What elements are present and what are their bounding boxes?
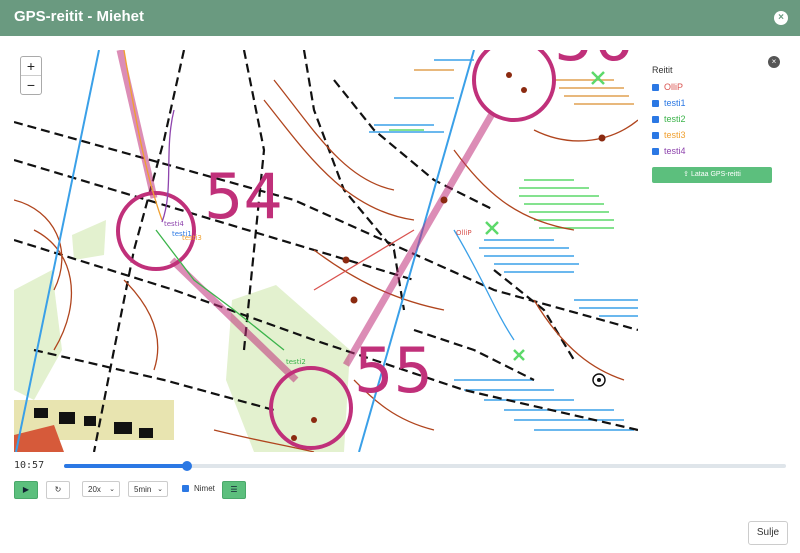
- routes-panel: Reitit × OlliP testi1 testi2 testi3 test…: [638, 50, 786, 452]
- control-number-56: 56: [554, 50, 633, 75]
- route-label: OlliP: [664, 82, 684, 92]
- zoom-out-button[interactable]: −: [21, 75, 41, 94]
- playback-controls: 10:57 ▶ ↻ 20x ⌄ 5min ⌄ Nimet ☰: [0, 452, 800, 512]
- route-checkbox[interactable]: [652, 100, 659, 107]
- speed-select[interactable]: 20x ⌄: [82, 481, 120, 497]
- runner-label-ollip: OlliP: [456, 229, 472, 237]
- route-item-testi2[interactable]: testi2: [652, 114, 686, 124]
- time-slider[interactable]: [64, 461, 786, 471]
- reset-button[interactable]: ↻: [46, 481, 70, 499]
- control-number-55: 55: [354, 334, 433, 407]
- route-checkbox[interactable]: [652, 116, 659, 123]
- upload-icon: ⇪: [683, 171, 690, 178]
- route-item-ollip[interactable]: OlliP: [652, 82, 683, 92]
- route-item-testi4[interactable]: testi4: [652, 146, 686, 156]
- route-label: testi4: [664, 146, 686, 156]
- modal-title: GPS-reitit - Miehet: [14, 8, 145, 25]
- route-label: testi2: [664, 114, 686, 124]
- tail-length-select[interactable]: 5min ⌄: [128, 481, 168, 497]
- route-checkbox[interactable]: [652, 148, 659, 155]
- names-toggle[interactable]: Nimet: [182, 484, 215, 493]
- speed-value: 20x: [88, 485, 101, 494]
- chevron-down-icon: ⌄: [157, 486, 163, 493]
- orienteering-map[interactable]: 54 55 56 OlliP testi1 testi2 testi3: [14, 50, 638, 452]
- close-icon[interactable]: ×: [774, 11, 788, 25]
- route-item-testi1[interactable]: testi1: [652, 98, 686, 108]
- route-label: testi3: [664, 130, 686, 140]
- reset-icon: ↻: [54, 485, 62, 494]
- time-slider-fill: [64, 464, 187, 468]
- zoom-control: + −: [20, 56, 42, 95]
- time-slider-thumb[interactable]: [181, 461, 192, 471]
- panel-close-icon[interactable]: ×: [768, 56, 780, 68]
- list-view-button[interactable]: ☰: [222, 481, 246, 499]
- zoom-in-button[interactable]: +: [21, 57, 41, 75]
- map-canvas: 54 55 56 OlliP testi1 testi2 testi3: [14, 50, 638, 452]
- routes-title: Reitit: [652, 65, 673, 75]
- time-display: 10:57: [14, 460, 45, 471]
- modal-header: GPS-reitit - Miehet ×: [0, 0, 800, 36]
- route-item-testi3[interactable]: testi3: [652, 130, 686, 140]
- chevron-down-icon: ⌄: [109, 486, 115, 493]
- upload-gps-route-button[interactable]: ⇪ Lataa GPS-reitti: [652, 167, 772, 183]
- play-icon: ▶: [22, 485, 30, 494]
- close-button[interactable]: Sulje: [748, 521, 788, 545]
- names-checkbox[interactable]: [182, 485, 189, 492]
- runner-label-testi2: testi2: [286, 358, 306, 366]
- route-checkbox[interactable]: [652, 132, 659, 139]
- modal-footer: Sulje: [0, 514, 800, 553]
- route-checkbox[interactable]: [652, 84, 659, 91]
- control-number-54: 54: [204, 160, 283, 233]
- upload-label: Lataa GPS-reitti: [691, 171, 741, 178]
- names-label: Nimet: [194, 484, 215, 493]
- gps-routes-modal: GPS-reitit - Miehet × 54 55 OlliP testi1…: [0, 0, 800, 553]
- runner-label-testi4: testi4: [164, 220, 184, 228]
- list-icon: ☰: [230, 485, 238, 494]
- route-label: testi1: [664, 98, 686, 108]
- runner-label-testi3: testi3: [182, 234, 202, 242]
- play-button[interactable]: ▶: [14, 481, 38, 499]
- tail-length-value: 5min: [134, 485, 152, 494]
- modal-body: 54 55 56 OlliP testi1 testi2 testi3: [0, 36, 800, 515]
